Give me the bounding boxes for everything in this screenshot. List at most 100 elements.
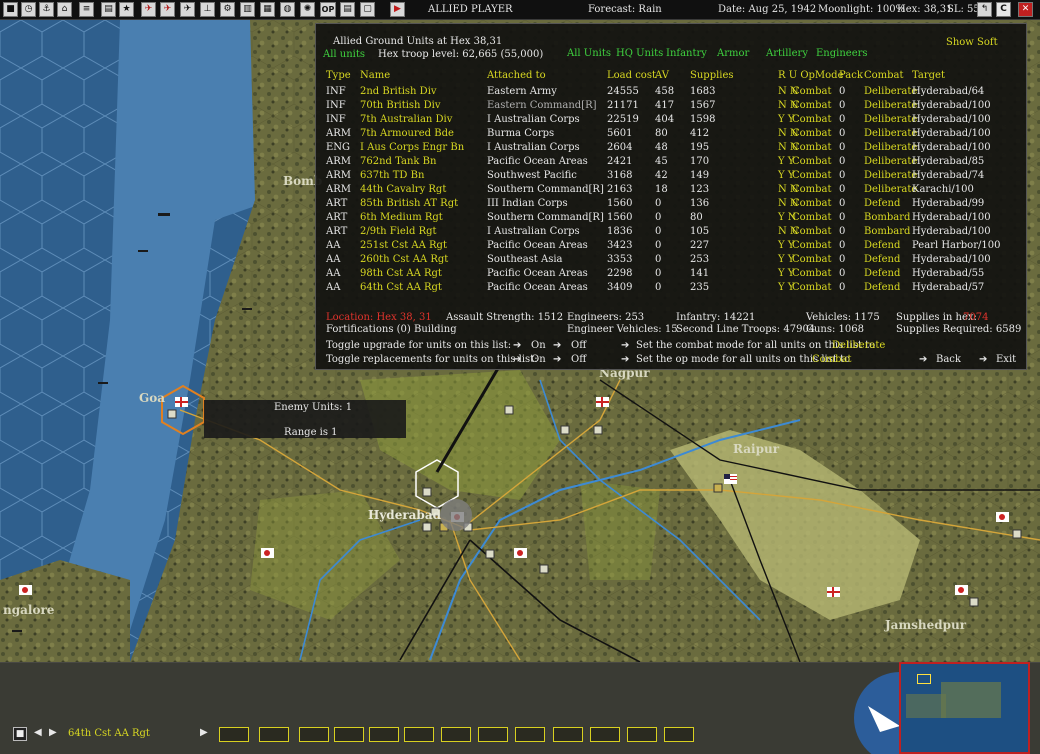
col-pack[interactable]: Pack <box>839 70 863 81</box>
unit-combat-cell[interactable]: Deliberate <box>864 142 917 153</box>
play-icon[interactable]: ▶ <box>200 727 208 738</box>
bar-chart-icon[interactable]: ▥ <box>240 2 255 17</box>
c-button[interactable]: C <box>996 2 1011 17</box>
unit-combat-cell[interactable]: Deliberate <box>864 156 917 167</box>
col-load-cost[interactable]: Load cost <box>607 70 656 81</box>
unit-row[interactable]: INF 7th Australian Div I Australian Corps 2… <box>316 114 1028 128</box>
show-soft-toggle[interactable]: Show Soft <box>946 37 998 48</box>
filter-armor-icon[interactable] <box>299 727 329 742</box>
col-supplies[interactable]: Supplies <box>690 70 734 81</box>
window-icon[interactable]: ▢ <box>360 2 375 17</box>
unit-opmode-cell[interactable]: Combat <box>792 240 832 251</box>
fighter-icon[interactable]: ✈ <box>180 2 195 17</box>
unit-opmode-cell[interactable]: Combat <box>792 226 832 237</box>
filter-oval-icon[interactable] <box>664 727 694 742</box>
col-target[interactable]: Target <box>912 70 945 81</box>
airfield-icon[interactable]: ⊥ <box>200 2 215 17</box>
unit-name-cell[interactable]: 260th Cst AA Rgt <box>360 254 448 265</box>
combat-mode-value[interactable]: Deliberate <box>832 340 885 351</box>
unit-opmode-cell[interactable]: Combat <box>792 212 832 223</box>
filter-hq-units[interactable]: HQ Units <box>616 48 663 59</box>
unit-combat-cell[interactable]: Deliberate <box>864 170 917 181</box>
filter-armor[interactable]: Armor <box>717 48 749 59</box>
star-icon[interactable]: ★ <box>119 2 134 17</box>
unit-row[interactable]: ARM 637th TD Bn Southwest Pacific 3168 42 149… <box>316 170 1028 184</box>
unit-combat-cell[interactable]: Bombard <box>864 212 910 223</box>
unit-name-cell[interactable]: 7th Australian Div <box>360 114 452 125</box>
all-units-toggle[interactable]: All units <box>323 49 365 60</box>
air-group-icon[interactable]: ✈ <box>160 2 175 17</box>
unit-row[interactable]: ARM 762nd Tank Bn Pacific Ocean Areas 2421 4… <box>316 156 1028 170</box>
op-button[interactable]: OP <box>320 2 336 17</box>
exit-button[interactable]: Exit <box>996 354 1016 365</box>
unit-row[interactable]: AA 260th Cst AA Rgt Southeast Asia 3353 0 253… <box>316 254 1028 268</box>
unit-opmode-cell[interactable]: Combat <box>792 86 832 97</box>
unit-name-cell[interactable]: 98th Cst AA Rgt <box>360 268 442 279</box>
filter-cav-icon[interactable] <box>478 727 508 742</box>
unit-combat-cell[interactable]: Defend <box>864 198 900 209</box>
filter-art-icon[interactable] <box>369 727 399 742</box>
upgrade-on-arrow-icon[interactable]: ➔ <box>513 340 521 351</box>
col-attached[interactable]: Attached to <box>487 70 546 81</box>
unit-combat-cell[interactable]: Deliberate <box>864 128 917 139</box>
col-type[interactable]: Type <box>326 70 351 81</box>
filter-mark-icon[interactable] <box>627 727 657 742</box>
arrow-icon[interactable]: ↰ <box>977 2 992 17</box>
unit-select-icon[interactable]: ■ <box>13 727 27 741</box>
filter-artillery[interactable]: Artillery <box>766 48 808 59</box>
unit-combat-cell[interactable]: Deliberate <box>864 86 917 97</box>
replace-on-arrow-icon[interactable]: ➔ <box>513 354 521 365</box>
building-icon[interactable]: ▦ <box>260 2 275 17</box>
unit-opmode-cell[interactable]: Combat <box>792 268 832 279</box>
unit-name-cell[interactable]: 6th Medium Rgt <box>360 212 443 223</box>
log-icon[interactable]: ▤ <box>340 2 355 17</box>
filter-engineers[interactable]: Engineers <box>816 48 868 59</box>
filter-infantry[interactable]: Infantry <box>666 48 707 59</box>
unit-opmode-cell[interactable]: Combat <box>792 282 832 293</box>
filter-aa-icon[interactable] <box>404 727 434 742</box>
upgrade-off-button[interactable]: Off <box>571 340 586 351</box>
back-button[interactable]: Back <box>936 354 961 365</box>
unit-opmode-cell[interactable]: Combat <box>792 100 832 111</box>
col-av[interactable]: AV <box>655 70 669 81</box>
filter-cross-icon[interactable] <box>515 727 545 742</box>
filter-eng-icon[interactable] <box>334 727 364 742</box>
col-combat[interactable]: Combat <box>864 70 904 81</box>
production-icon[interactable]: ⚙ <box>220 2 235 17</box>
unit-combat-cell[interactable]: Bombard <box>864 226 910 237</box>
minimap[interactable] <box>899 662 1030 754</box>
unit-name-cell[interactable]: 2nd British Div <box>360 86 437 97</box>
combat-mode-arrow-icon[interactable]: ➔ <box>621 340 629 351</box>
upgrade-on-button[interactable]: On <box>531 340 546 351</box>
unit-combat-cell[interactable]: Deliberate <box>864 100 917 111</box>
exit-arrow-icon[interactable]: ➔ <box>979 354 987 365</box>
unit-opmode-cell[interactable]: Combat <box>792 128 832 139</box>
unit-combat-cell[interactable]: Defend <box>864 268 900 279</box>
unit-combat-cell[interactable]: Defend <box>864 254 900 265</box>
unit-opmode-cell[interactable]: Combat <box>792 254 832 265</box>
unit-row[interactable]: AA 64th Cst AA Rgt Pacific Ocean Areas 3409… <box>316 282 1028 296</box>
unit-row[interactable]: AA 98th Cst AA Rgt Pacific Ocean Areas 2298… <box>316 268 1028 282</box>
unit-row[interactable]: AA 251st Cst AA Rgt Pacific Ocean Areas 342… <box>316 240 1028 254</box>
col-name[interactable]: Name <box>360 70 390 81</box>
back-arrow-icon[interactable]: ➔ <box>919 354 927 365</box>
unit-opmode-cell[interactable]: Combat <box>792 114 832 125</box>
filter-all-units[interactable]: All Units <box>567 48 611 59</box>
filter-hq-icon[interactable] <box>259 727 289 742</box>
unit-name-cell[interactable]: 85th British AT Rgt <box>360 198 458 209</box>
unit-opmode-cell[interactable]: Combat <box>792 170 832 181</box>
unit-name-cell[interactable]: 2/9th Field Rgt <box>360 226 437 237</box>
unit-row[interactable]: INF 70th British Div Eastern Command[R] 211… <box>316 100 1028 114</box>
unit-name-cell[interactable]: 762nd Tank Bn <box>360 156 436 167</box>
unit-row[interactable]: ARM 7th Armoured Bde Burma Corps 5601 80 412 N… <box>316 128 1028 142</box>
gear-icon[interactable]: ✺ <box>300 2 315 17</box>
filter-infantry-icon[interactable] <box>219 727 249 742</box>
group-icon[interactable]: ≡ <box>79 2 94 17</box>
unit-row[interactable]: ART 2/9th Field Rgt I Australian Corps 1836… <box>316 226 1028 240</box>
minimap-viewport[interactable] <box>917 674 931 684</box>
unit-name-cell[interactable]: 251st Cst AA Rgt <box>360 240 447 251</box>
aircraft-icon[interactable]: ✈ <box>141 2 156 17</box>
ship-icon[interactable]: ⚓ <box>39 2 54 17</box>
unit-combat-cell[interactable]: Defend <box>864 282 900 293</box>
prev-unit-icon[interactable]: ◀ <box>34 727 42 738</box>
